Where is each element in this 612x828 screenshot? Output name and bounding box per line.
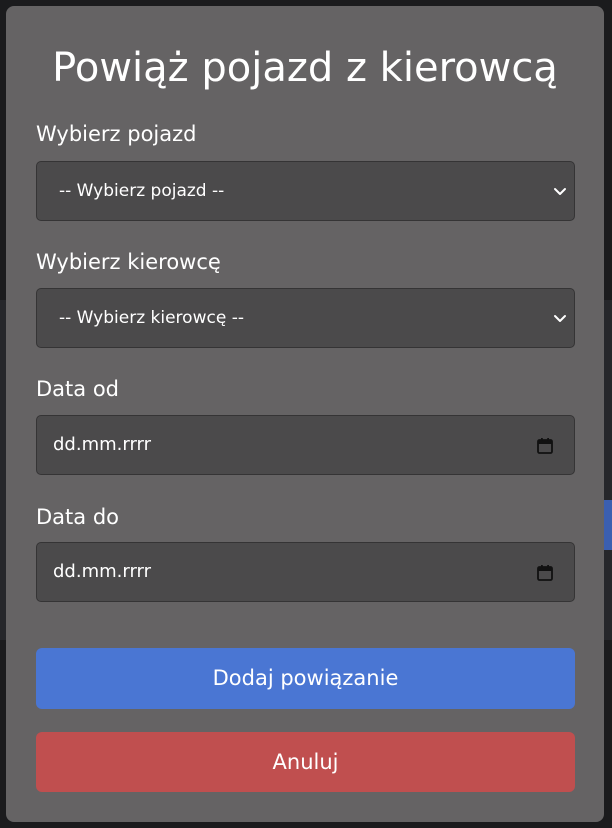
calendar-icon[interactable] (536, 437, 554, 455)
background-accent (604, 500, 612, 550)
date-from-value: dd.mm.rrrr (53, 434, 152, 455)
dialog-title: Powiąż pojazd z kierowcą (52, 45, 558, 91)
date-to-label: Data do (36, 505, 119, 529)
date-from-input[interactable]: dd.mm.rrrr (36, 415, 575, 475)
link-vehicle-driver-dialog: Powiąż pojazd z kierowcą Wybierz pojazd … (6, 6, 604, 822)
cancel-button[interactable]: Anuluj (36, 732, 575, 792)
date-to-value: dd.mm.rrrr (53, 561, 152, 582)
vehicle-select-label: Wybierz pojazd (36, 122, 197, 146)
calendar-icon[interactable] (536, 564, 554, 582)
driver-select[interactable]: -- Wybierz kierowcę -- (36, 288, 575, 348)
chevron-down-icon (554, 188, 566, 195)
add-link-button[interactable]: Dodaj powiązanie (36, 648, 575, 709)
date-from-label: Data od (36, 377, 119, 401)
chevron-down-icon (554, 315, 566, 322)
vehicle-select[interactable]: -- Wybierz pojazd -- (36, 161, 575, 221)
driver-select-value: -- Wybierz kierowcę -- (59, 308, 244, 328)
driver-select-label: Wybierz kierowcę (36, 250, 221, 274)
vehicle-select-value: -- Wybierz pojazd -- (59, 181, 225, 201)
date-to-input[interactable]: dd.mm.rrrr (36, 542, 575, 602)
